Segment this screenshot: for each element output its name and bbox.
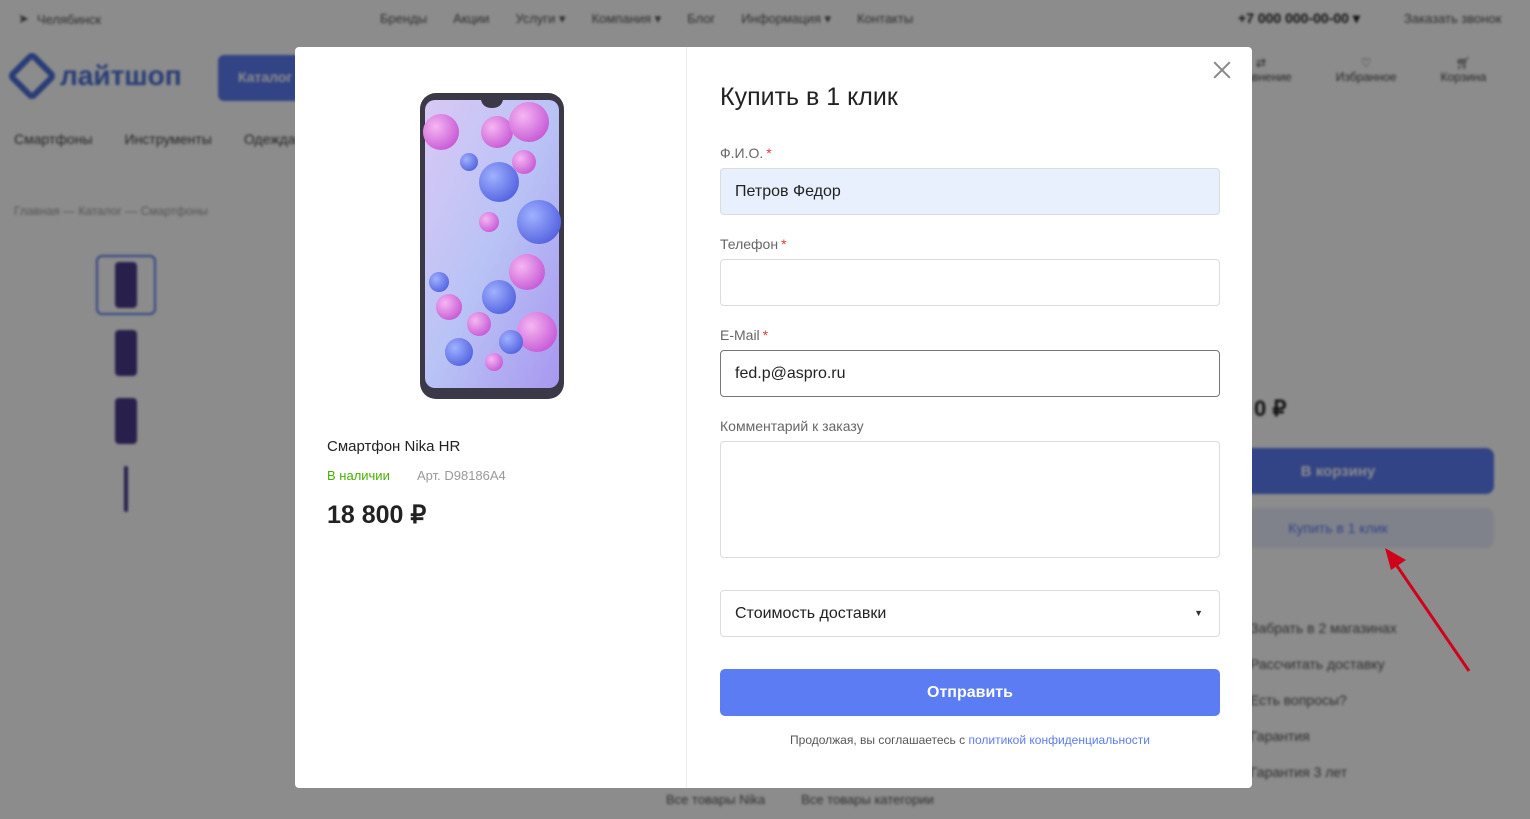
annotation-arrow-icon bbox=[1385, 548, 1471, 672]
